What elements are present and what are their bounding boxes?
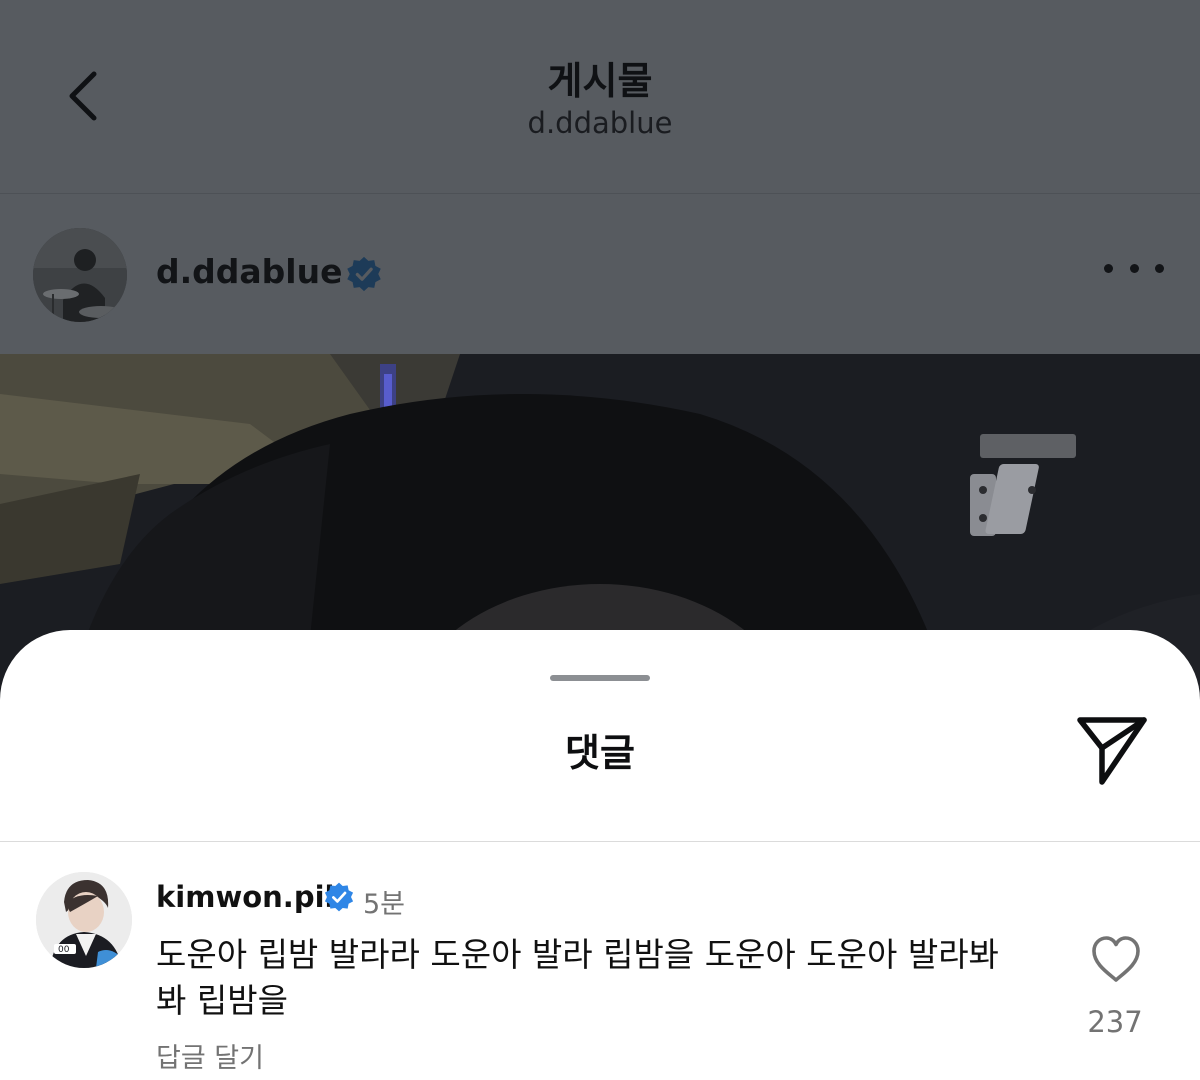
more-options-button[interactable] [1104,254,1164,282]
post-header: 게시물 d.ddablue [0,0,1200,194]
commenter-username[interactable]: kimwon.pil [156,880,334,914]
heart-outline-icon [1092,936,1140,982]
share-button[interactable] [1072,710,1152,790]
svg-text:00: 00 [58,945,70,955]
like-button[interactable] [1088,934,1144,986]
comment-text: 도운아 립밤 발라라 도운아 발라 립밤을 도운아 도운아 발라봐 봐 립밤을 [156,935,999,1020]
comments-sheet: 댓글 00 kimwon.pil 5분 도운아 립밤 발라라 도운아 발라 립밤… [0,630,1200,1080]
page-subtitle: d.ddablue [527,106,673,140]
author-avatar[interactable] [33,228,127,322]
reply-button[interactable]: 답글 달기 [156,1036,264,1075]
verified-badge-icon [347,256,381,292]
send-icon [1077,717,1147,785]
like-count: 237 [1087,1005,1143,1039]
commenter-avatar-image: 00 [36,872,132,968]
comments-title: 댓글 [565,731,635,775]
post-author-row: d.ddablue [0,194,1200,354]
sheet-drag-handle[interactable] [550,675,650,681]
page-title: 게시물 [547,59,653,103]
comment-item: 00 kimwon.pil 5분 도운아 립밤 발라라 도운아 발라 립밤을 도… [0,842,1200,1080]
comment-timestamp: 5분 [363,889,406,920]
commenter-avatar[interactable]: 00 [36,872,132,968]
more-horizontal-icon [1104,263,1113,273]
verified-badge-icon [324,882,354,912]
author-username[interactable]: d.ddablue [156,252,342,291]
author-avatar-image [33,228,127,322]
